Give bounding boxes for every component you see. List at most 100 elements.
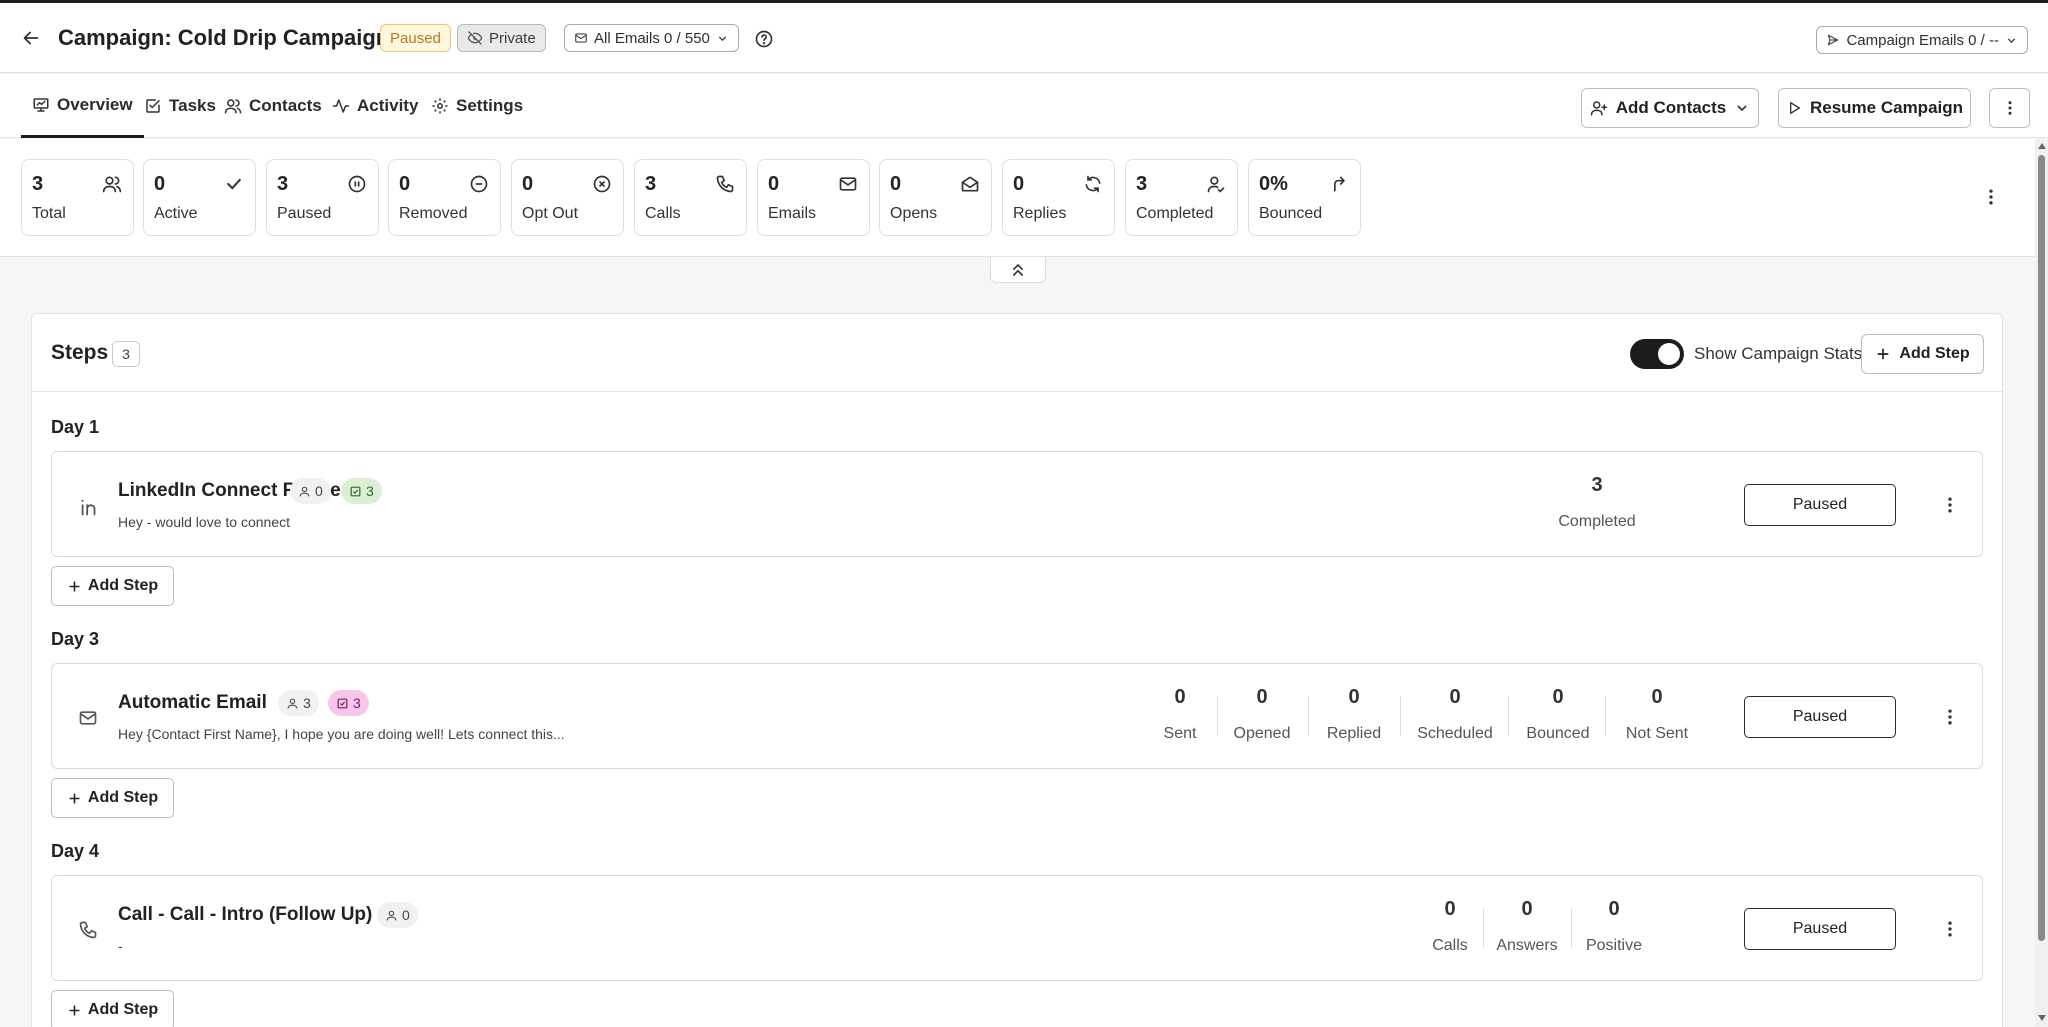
step-status-button[interactable]: Paused [1744,908,1896,950]
stat-value: 0 [522,173,534,195]
tasks-count: 3 [366,483,374,499]
metric-divider [1571,908,1572,948]
resume-campaign-label: Resume Campaign [1809,98,1964,117]
bounce-arrow-icon [1329,174,1349,194]
show-campaign-stats-toggle[interactable] [1630,339,1684,369]
pause-circle-icon [347,174,367,194]
metric-value: 0 [1444,898,1456,920]
add-step-button[interactable]: Add Step [51,778,174,818]
contacts-count: 0 [402,907,410,923]
metric-divider [1605,696,1606,736]
users-icon [102,174,122,194]
private-button[interactable]: Private [457,24,546,52]
all-emails-label: All Emails 0 / 550 [594,29,710,47]
stat-card-removed: 0 Removed [388,159,501,236]
stat-label: Removed [399,205,468,222]
campaign-emails-label: Campaign Emails 0 / -- [1846,31,1999,49]
metric-value: 0 [1651,686,1663,708]
user-check-icon [1206,174,1226,194]
step-card-call[interactable]: Call - Call - Intro (Follow Up) 0 - 0 Ca… [51,875,1983,981]
stats-more-icon[interactable] [1981,187,2001,207]
step-description: - [118,938,123,954]
steps-card: Steps 3 Show Campaign Stats Add Step Day… [31,313,2003,1027]
phone-icon [715,174,735,194]
tasks-count: 3 [353,695,361,711]
metric-value: 0 [1174,686,1186,708]
more-options-button[interactable] [1989,88,2030,128]
step-status-button[interactable]: Paused [1744,696,1896,738]
refresh-icon [1083,174,1103,194]
metric-value: 0 [1552,686,1564,708]
stat-card-calls: 3 Calls [634,159,747,236]
plus-icon [1875,346,1891,362]
send-icon [1826,33,1840,47]
scrollbar-thumb[interactable] [2038,155,2045,941]
eye-off-icon [467,30,483,46]
collapse-stats-button[interactable] [990,257,1046,283]
metric-label: Not Sent [1625,725,1689,742]
more-vertical-icon [2001,99,2019,117]
stat-value: 0 [399,173,411,195]
add-step-label: Add Step [87,1001,159,1018]
tab-label: Tasks [169,96,216,115]
vertical-scrollbar[interactable] [2035,139,2048,1027]
metric-divider [1308,696,1309,736]
metric-value: 0 [1521,898,1533,920]
back-arrow-icon[interactable] [20,27,42,49]
add-contacts-button[interactable]: Add Contacts [1581,88,1759,128]
tab-tasks[interactable]: Tasks [144,74,216,138]
metric-positive: 0 Positive [1574,898,1654,955]
page-title: Campaign: Cold Drip Campaign [58,25,390,50]
metric-divider [1508,696,1509,736]
user-icon [298,485,311,498]
chevrons-up-icon [1008,260,1028,280]
contacts-count: 0 [315,483,323,499]
play-icon [1786,100,1802,116]
tab-label: Activity [357,96,419,115]
all-emails-dropdown[interactable]: All Emails 0 / 550 [564,24,739,52]
user-icon [385,909,398,922]
scroll-down-arrow-icon[interactable] [2038,1015,2046,1021]
more-vertical-icon[interactable] [1940,707,1960,727]
add-step-button[interactable]: Add Step [51,566,174,606]
metric-sent: 0 Sent [1150,686,1210,743]
stat-value: 3 [277,173,289,195]
step-card-email[interactable]: Automatic Email 3 3 Hey {Contact First N… [51,663,1983,769]
metric-label: Sent [1163,725,1197,742]
metric-divider [1400,696,1401,736]
stat-label: Active [154,205,198,222]
tab-activity[interactable]: Activity [332,74,418,138]
stat-value: 0 [154,173,166,195]
stat-card-active: 0 Active [143,159,256,236]
campaign-emails-dropdown[interactable]: Campaign Emails 0 / -- [1816,26,2028,54]
step-card-linkedin[interactable]: LinkedIn Connect Request 0 3 Hey - would… [51,451,1983,557]
steps-title: Steps [51,341,109,364]
metric-label: Positive [1585,937,1643,954]
tab-settings[interactable]: Settings [431,74,523,138]
more-vertical-icon[interactable] [1940,495,1960,515]
tab-overview[interactable]: Overview [21,74,144,138]
stat-label: Completed [1136,205,1214,222]
add-step-label: Add Step [87,577,159,594]
add-step-button[interactable]: Add Step [51,990,174,1027]
mail-open-icon [960,174,980,194]
contacts-count-chip: 3 [278,690,319,716]
tab-contacts[interactable]: Contacts [224,74,322,138]
stat-value: 3 [32,173,44,195]
add-step-header-button[interactable]: Add Step [1861,334,1984,374]
stat-label: Opens [890,205,938,222]
help-icon[interactable] [754,29,774,49]
more-vertical-icon[interactable] [1940,919,1960,939]
mail-icon [78,708,100,730]
metric-bounced: 0 Bounced [1513,686,1603,743]
chevron-down-icon [2005,34,2018,47]
scroll-up-arrow-icon[interactable] [2038,143,2046,149]
metric-label: Replied [1326,725,1382,742]
step-status-button[interactable]: Paused [1744,484,1896,526]
private-label: Private [489,29,536,47]
add-step-label: Add Step [87,789,159,806]
step-name: Call - Call - Intro (Follow Up) [118,904,373,925]
stat-value: 0 [768,173,780,195]
resume-campaign-button[interactable]: Resume Campaign [1778,88,1971,128]
metric-value: 0 [1608,898,1620,920]
